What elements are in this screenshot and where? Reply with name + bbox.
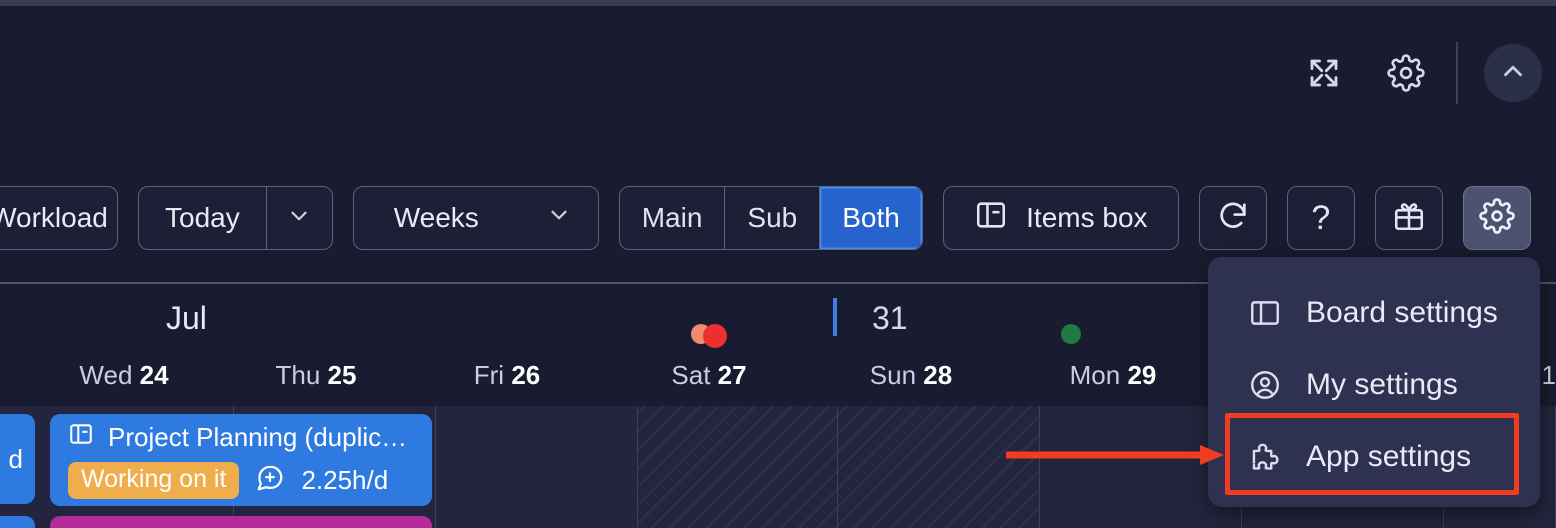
user-circle-icon [1246,366,1284,404]
board-panel-icon [1246,294,1284,332]
day-number: 25 [327,360,357,390]
segment-sub[interactable]: Sub [725,187,821,249]
menu-item-label: Board settings [1306,296,1498,329]
status-badge[interactable]: Working on it [68,462,240,499]
app-header [0,6,1556,140]
day-number: 24 [139,360,169,390]
workload-label: Workload [0,202,108,233]
today-label: Today [165,202,240,233]
collapse-panel-button[interactable] [1484,44,1542,102]
task-hours-per-day: 2.25h/d [301,465,389,495]
task-bar-second[interactable] [50,516,432,528]
week-boundary-marker [833,298,837,336]
header-controls [1296,42,1542,104]
workload-button[interactable]: Workload [0,186,118,250]
day-header-wed-24[interactable]: Wed 24 [79,360,168,391]
day-indicator-dot [1061,324,1081,344]
segment-main[interactable]: Main [620,187,726,249]
expand-icon[interactable] [1296,45,1352,101]
gift-button[interactable] [1374,186,1443,250]
week-number-label: 31 [872,300,908,336]
refresh-icon [1216,199,1250,238]
day-name: Mon [1069,360,1128,390]
timeline-column-weekend[interactable] [638,406,838,528]
header-divider [1456,42,1458,104]
menu-item-my-settings[interactable]: My settings [1208,349,1540,421]
today-button[interactable]: Today [139,187,266,249]
day-name: Wed [79,360,140,390]
zoom-level-label: Weeks [393,202,479,233]
today-dropdown-toggle[interactable] [265,187,332,249]
segment-main-label: Main [641,202,703,233]
clipped-bar-left[interactable]: d [0,414,35,504]
day-header-mon-29[interactable]: Mon 29 [1070,360,1157,391]
month-label: Jul [166,300,207,336]
app-settings-menu-button[interactable] [1462,186,1531,250]
item-scope-segmented-control: Main Sub Both [618,186,923,250]
day-header-sat-27[interactable]: Sat 27 [671,360,746,391]
task-bar-meta-row: Working on it 2.25h/d [50,462,432,499]
chevron-down-icon [286,203,312,234]
menu-item-label: My settings [1306,368,1458,401]
day-name: Sun [869,360,924,390]
day-name: Sat [671,360,718,390]
clipped-bar-left-second[interactable] [0,516,35,528]
menu-item-label: App settings [1306,440,1472,473]
segment-both[interactable]: Both [820,187,922,249]
day-name: Thu [275,360,328,390]
refresh-button[interactable] [1198,186,1267,250]
day-number: 29 [1127,360,1157,390]
gear-icon[interactable] [1378,45,1434,101]
board-panel-icon [974,198,1008,239]
items-box-label: Items box [1026,202,1148,233]
day-header-fri-26[interactable]: Fri 26 [474,360,540,391]
timeline-column-weekend[interactable] [838,406,1040,528]
today-split-button: Today [138,186,333,250]
puzzle-piece-icon [1246,438,1284,476]
timeline-column[interactable] [436,406,638,528]
task-bar-project-planning[interactable]: Project Planning (duplic… Working on it … [50,414,432,506]
question-mark-icon: ? [1311,199,1331,237]
clipped-bar-left-text: d [8,443,23,474]
help-button[interactable]: ? [1286,186,1355,250]
task-title: Project Planning (duplic… [108,422,408,452]
items-box-button[interactable]: Items box [942,186,1179,250]
menu-item-app-settings[interactable]: App settings [1208,421,1540,493]
zoom-level-select[interactable]: Weeks [352,186,599,250]
add-comment-icon[interactable] [255,463,285,498]
settings-dropdown-menu: Board settings My settings App settings [1208,257,1540,507]
day-indicator-dot [703,324,727,348]
day-number: 28 [923,360,953,390]
day-number: 27 [717,360,747,390]
segment-both-label: Both [842,202,900,233]
edge-date-label: 1 [1541,360,1556,390]
segment-sub-label: Sub [747,202,798,233]
menu-item-board-settings[interactable]: Board settings [1208,277,1540,349]
gear-icon [1479,197,1515,239]
day-name: Fri [473,360,512,390]
chevron-down-icon [546,202,572,235]
gift-icon [1392,199,1426,238]
chevron-up-icon [1498,56,1528,91]
day-number: 26 [511,360,541,390]
board-panel-icon [68,421,94,454]
day-header-sun-28[interactable]: Sun 28 [870,360,952,391]
gantt-app-root: Workload Today Weeks Main Sub Both Items… [0,0,1556,528]
day-header-thu-25[interactable]: Thu 25 [276,360,357,391]
task-bar-title-row: Project Planning (duplic… [50,421,432,454]
gantt-toolbar: Workload Today Weeks Main Sub Both Items… [0,182,1556,254]
